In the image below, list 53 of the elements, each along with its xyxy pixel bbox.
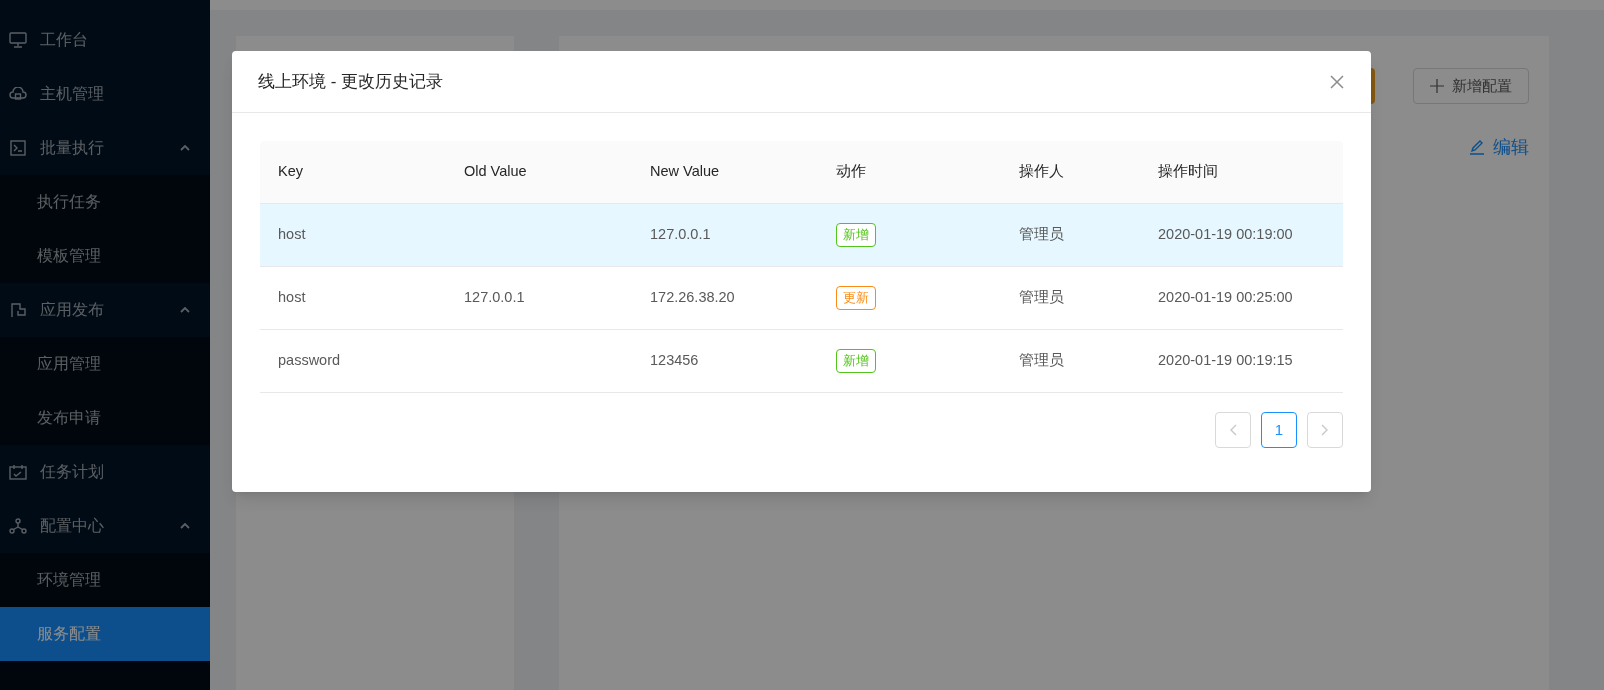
menu-group[interactable]: 配置中心 bbox=[0, 499, 210, 553]
table-cell: password bbox=[278, 352, 341, 369]
menu-group[interactable]: 应用发布 bbox=[0, 283, 210, 337]
table-cell: 2020-01-19 00:19:15 bbox=[1158, 352, 1293, 369]
column-header: New Value bbox=[649, 162, 720, 182]
caret-up-icon bbox=[180, 145, 190, 151]
calendar-icon bbox=[9, 464, 27, 480]
add-config-button[interactable]: 新增配置 bbox=[1413, 67, 1529, 104]
action-tag: 新增 bbox=[836, 223, 876, 247]
column-header: Key bbox=[277, 162, 303, 182]
terminal-icon bbox=[10, 140, 26, 156]
menu-item[interactable]: 工作台 bbox=[0, 13, 210, 67]
menu-item[interactable]: 环境管理 bbox=[0, 553, 210, 607]
table-cell: 管理员 bbox=[1019, 352, 1064, 369]
menu-item[interactable]: 模板管理 bbox=[0, 229, 210, 283]
table-cell: 172.26.38.20 bbox=[650, 289, 735, 306]
table-cell: host bbox=[278, 289, 306, 306]
column-header: 操作人 bbox=[1018, 162, 1064, 182]
column-header: Old Value bbox=[463, 162, 527, 182]
chevron-left-icon bbox=[1229, 424, 1237, 436]
menu-item[interactable]: 主机管理 bbox=[0, 67, 210, 121]
table-row[interactable]: host 127.0.0.1 新增 管理员 2020-01-19 00:19:00 bbox=[260, 204, 1343, 267]
menu-item[interactable]: 服务配置 bbox=[0, 607, 210, 661]
menu-group[interactable]: 批量执行 bbox=[0, 121, 210, 175]
table-cell: 123456 bbox=[650, 352, 699, 369]
table-cell: 管理员 bbox=[1019, 289, 1064, 306]
menu-item[interactable]: 任务计划 bbox=[0, 445, 210, 499]
chevron-right-icon bbox=[1321, 424, 1329, 436]
pencil-icon bbox=[1469, 139, 1485, 156]
table-cell: 127.0.0.1 bbox=[464, 289, 525, 306]
menu-item[interactable]: 发布申请 bbox=[0, 391, 210, 445]
action-tag: 更新 bbox=[836, 286, 876, 310]
menu-item[interactable]: 执行任务 bbox=[0, 175, 210, 229]
modal-title: 线上环境 - 更改历史记录 bbox=[258, 70, 444, 93]
column-header: 动作 bbox=[835, 162, 866, 182]
action-tag: 新增 bbox=[836, 349, 876, 373]
column-header: 操作时间 bbox=[1157, 162, 1218, 182]
table-cell: 2020-01-19 00:19:00 bbox=[1158, 226, 1293, 243]
table-cell: 2020-01-19 00:25:00 bbox=[1158, 289, 1293, 306]
table-cell: host bbox=[278, 226, 306, 243]
table-cell: 管理员 bbox=[1019, 226, 1064, 243]
plus-icon bbox=[1430, 78, 1444, 93]
close-icon[interactable] bbox=[1329, 73, 1345, 90]
edit-link[interactable]: 编辑 bbox=[1469, 133, 1529, 161]
caret-up-icon bbox=[180, 523, 190, 529]
network-icon bbox=[9, 518, 27, 534]
caret-up-icon bbox=[180, 307, 190, 313]
monitor-icon bbox=[9, 32, 27, 48]
table-cell: 127.0.0.1 bbox=[650, 226, 711, 243]
cloud-icon bbox=[9, 87, 27, 101]
menu-item[interactable]: 应用管理 bbox=[0, 337, 210, 391]
flag-icon bbox=[10, 302, 26, 318]
page-button[interactable]: 1 bbox=[1261, 412, 1297, 448]
